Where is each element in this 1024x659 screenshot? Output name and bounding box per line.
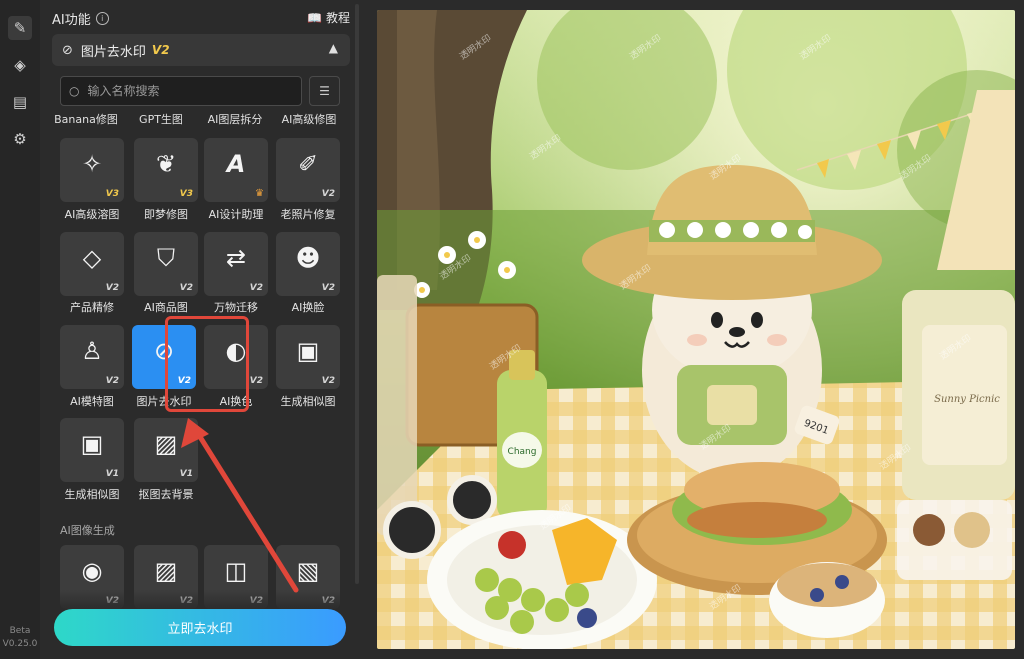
- tool-tile-product-image[interactable]: ⛉ V2: [134, 232, 198, 296]
- tool-tile-face-swap[interactable]: ☻ V2: [276, 232, 340, 296]
- layers-icon[interactable]: ◈: [8, 53, 32, 77]
- subsection-title: AI图像生成: [60, 524, 115, 537]
- tool-tile-similar-v2[interactable]: ▣ V2: [276, 325, 340, 389]
- tool-label[interactable]: AI高级修图: [273, 111, 345, 127]
- sparkle-image-icon: ✧: [81, 150, 103, 178]
- tool-label: 万物迁移: [214, 301, 258, 314]
- version-badge: V3: [105, 189, 119, 199]
- tutorial-link[interactable]: 📖 教程: [307, 9, 350, 26]
- tool-label: AI换脸: [291, 301, 325, 314]
- cutout-icon: ▨: [154, 430, 178, 458]
- info-icon[interactable]: i: [95, 12, 109, 25]
- section-version: V2: [151, 43, 170, 57]
- tool-label[interactable]: GPT生图: [125, 111, 197, 127]
- canvas-area: Chang 9201 Sunny Picnic 透明水印 透明水印 透明水印 透…: [362, 0, 1024, 659]
- top-tool-labels: Banana修图 GPT生图 AI图层拆分 AI高级修图: [52, 111, 350, 129]
- edited-photo[interactable]: Chang 9201 Sunny Picnic 透明水印 透明水印 透明水印 透…: [377, 10, 1015, 649]
- version-badge: V2: [105, 283, 119, 293]
- clipboard-icon[interactable]: ▤: [8, 90, 32, 114]
- chevron-up-icon[interactable]: ▲: [329, 41, 338, 55]
- tool-tile-advanced-blend[interactable]: ✧ V3: [60, 138, 124, 202]
- section-header[interactable]: ⊘ 图片去水印 V2 ▲: [52, 34, 350, 66]
- tool-label: AI设计助理: [208, 208, 264, 221]
- version-label: V0.25.0: [2, 639, 38, 649]
- version-badge: V1: [105, 469, 119, 479]
- version-badge: V1: [179, 469, 193, 479]
- tool-tile-cutout[interactable]: ▨ V1: [134, 418, 198, 482]
- beta-label: Beta: [9, 626, 31, 636]
- version-badge: V2: [249, 376, 263, 386]
- tool-label: 抠图去背景: [138, 488, 194, 501]
- box-label: Sunny Picnic: [934, 394, 1000, 405]
- transfer-icon: ⇄: [225, 244, 247, 272]
- similar-image-icon: ▣: [80, 430, 104, 458]
- search-input[interactable]: [85, 83, 290, 99]
- tool-tile-product-retouch[interactable]: ◇ V2: [60, 232, 124, 296]
- version-badge: V3: [179, 189, 193, 199]
- tool-tile-photo-restore[interactable]: ✐ V2: [276, 138, 340, 202]
- search-icon: ○: [69, 84, 80, 98]
- search-box[interactable]: ○: [60, 76, 302, 106]
- version-badge: V2: [179, 283, 193, 293]
- photo-restore-icon: ✐: [297, 150, 319, 178]
- gear-icon[interactable]: ⚙: [8, 127, 32, 151]
- tool-tile-design-assistant[interactable]: A ♛: [204, 138, 268, 202]
- tool-label: 老照片修复: [280, 208, 336, 221]
- dreamina-icon: ❦: [155, 150, 177, 178]
- version-badge: V2: [321, 376, 335, 386]
- tool-label: AI商品图: [144, 301, 188, 314]
- remove-watermark-button[interactable]: 立即去水印: [54, 609, 346, 646]
- version-badge: V2: [105, 376, 119, 386]
- tool-label: 生成相似图: [64, 488, 120, 501]
- edit-icon[interactable]: ✎: [8, 16, 32, 40]
- tool-tile-similar-v1[interactable]: ▣ V1: [60, 418, 124, 482]
- tool-label: 生成相似图: [280, 395, 336, 408]
- tool-label: AI高级溶图: [64, 208, 120, 221]
- panel-title: AI功能 i: [52, 9, 109, 28]
- version-badge: V2: [249, 283, 263, 293]
- shopping-bag-icon: ⛉: [157, 244, 175, 272]
- version-badge: V2: [321, 283, 335, 293]
- ai-tools-panel: AI功能 i 📖 教程 ⊘ 图片去水印 V2 ▲ ○ ☰ Banana修图 GP…: [40, 0, 362, 659]
- list-icon: ☰: [319, 84, 330, 98]
- left-rail: ✎ ◈ ▤ ⚙ Beta V0.25.0: [0, 0, 41, 659]
- panel-title-text: AI功能: [52, 13, 91, 28]
- tool-label: 产品精修: [70, 301, 114, 314]
- face-swap-icon: ☻: [295, 244, 321, 272]
- diamond-icon: ◇: [82, 244, 102, 272]
- tool-label: 即梦修图: [144, 208, 188, 221]
- watermark-remove-icon: ⊘: [62, 42, 73, 58]
- version-badge: V2: [321, 189, 335, 199]
- model-icon: ♙: [81, 337, 103, 365]
- book-icon: 📖: [307, 10, 322, 25]
- tool-label: AI模特图: [70, 395, 114, 408]
- panel-scrollbar[interactable]: [353, 0, 361, 659]
- design-assistant-icon: A: [226, 150, 246, 178]
- highlight-box: [165, 316, 249, 412]
- section-title: 图片去水印: [80, 44, 146, 60]
- picnic-scene: Chang 9201 Sunny Picnic: [377, 10, 1015, 649]
- crown-icon: ♛: [255, 188, 264, 199]
- bottle-label: Chang: [508, 447, 537, 457]
- tutorial-label: 教程: [325, 11, 350, 25]
- tool-tile-dreamina[interactable]: ❦ V3: [134, 138, 198, 202]
- list-view-button[interactable]: ☰: [309, 76, 340, 106]
- tool-label[interactable]: Banana修图: [50, 111, 122, 127]
- similar-image-icon: ▣: [296, 337, 320, 365]
- tool-label[interactable]: AI图层拆分: [199, 111, 271, 127]
- tool-tile-transfer[interactable]: ⇄ V2: [204, 232, 268, 296]
- tool-tile-ai-model[interactable]: ♙ V2: [60, 325, 124, 389]
